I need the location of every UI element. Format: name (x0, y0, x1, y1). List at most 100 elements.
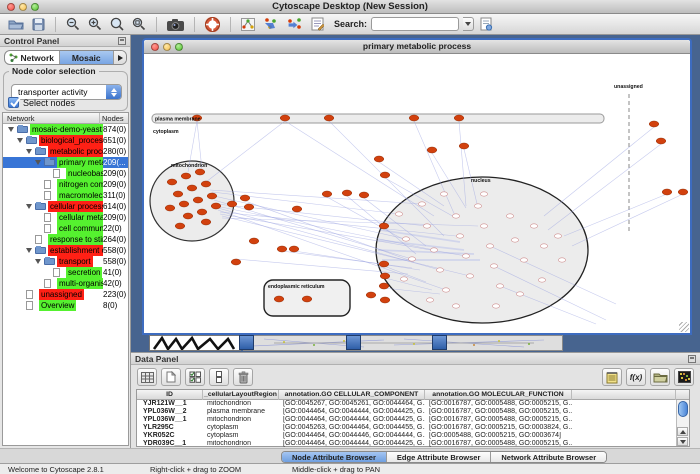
tree-row[interactable]: cell communicat22(0) (3, 223, 128, 234)
graph-node[interactable] (511, 238, 518, 242)
tree-row[interactable]: cellular process614(0) (3, 201, 128, 212)
graph-node[interactable] (408, 257, 415, 261)
table-column-header[interactable]: annotation.GO MOLECULAR_FUNCTION (425, 390, 572, 400)
graph-node[interactable] (165, 205, 175, 211)
tree-row[interactable]: metabolic process280(0) (3, 146, 128, 157)
search-config-button[interactable] (478, 15, 495, 33)
graph-node[interactable] (322, 191, 332, 197)
table-row[interactable]: YDR039C__1mitochondrion[GO:0044464, GO:0… (137, 440, 689, 448)
tree-row[interactable]: multi-organism pro42(0) (3, 278, 128, 289)
formula-builder-button[interactable]: f(x) (626, 368, 646, 386)
graph-node[interactable] (649, 121, 659, 127)
background-window-fragment[interactable] (243, 335, 563, 351)
network-canvas[interactable]: plasma membrane cytoplasm mitochondrion … (144, 54, 690, 333)
minimize-button[interactable] (19, 3, 27, 11)
graph-node[interactable] (656, 138, 666, 144)
graph-node[interactable] (181, 173, 191, 179)
scroll-down-button[interactable] (677, 437, 688, 446)
tree-row[interactable]: macromolecule311(0) (3, 190, 128, 201)
table-row[interactable]: YPL036W__2plasma membrane[GO:0044464, GO… (137, 408, 689, 416)
graph-node[interactable] (231, 259, 241, 265)
matrix-view-button[interactable] (674, 368, 694, 386)
graph-node[interactable] (480, 224, 487, 228)
graph-node[interactable] (374, 156, 384, 162)
zoom-in-button[interactable] (86, 15, 104, 33)
graph-node[interactable] (173, 191, 183, 197)
table-column-header[interactable] (572, 390, 676, 400)
graph-node[interactable] (558, 258, 565, 262)
tab-mosaic[interactable]: Mosaic (60, 51, 115, 64)
graph-node[interactable] (280, 115, 290, 121)
delete-attribute-button[interactable] (233, 368, 253, 386)
tab-network-attribute-browser[interactable]: Network Attribute Browser (491, 452, 606, 462)
graph-node[interactable] (249, 238, 259, 244)
graph-node[interactable] (187, 185, 197, 191)
graph-node[interactable] (201, 181, 211, 187)
graph-node[interactable] (195, 169, 205, 175)
graph-node[interactable] (197, 209, 207, 215)
graph-node[interactable] (496, 284, 503, 288)
table-column-header[interactable]: annotation.GO CELLULAR_COMPONENT (279, 390, 425, 400)
minimize-button[interactable] (163, 43, 171, 51)
graph-node[interactable] (554, 234, 561, 238)
expander-icon[interactable] (26, 204, 32, 209)
network-view-titlebar[interactable]: primary metabolic process (144, 40, 690, 54)
graph-node[interactable] (380, 172, 390, 178)
expander-icon[interactable] (8, 127, 14, 132)
app-titlebar[interactable]: Cytoscape Desktop (New Session) (0, 0, 700, 14)
graph-node[interactable] (480, 192, 487, 196)
table-row[interactable]: YJR121W__1mitochondrion[GO:0045267, GO:0… (137, 400, 689, 408)
graph-node[interactable] (430, 248, 437, 252)
graph-node[interactable] (289, 246, 299, 252)
graph-node[interactable] (193, 197, 203, 203)
import-attributes-button[interactable] (650, 368, 670, 386)
graph-node[interactable] (379, 261, 389, 267)
graph-node[interactable] (538, 278, 545, 282)
select-attributes-button[interactable] (185, 368, 205, 386)
graph-node[interactable] (442, 288, 449, 292)
graph-node[interactable] (540, 244, 547, 248)
graph-node[interactable] (359, 192, 369, 198)
expander-icon[interactable] (26, 248, 32, 253)
tree-row[interactable]: response to stimulu264(0) (3, 234, 128, 245)
graph-node[interactable] (474, 204, 481, 208)
graph-node[interactable] (324, 115, 334, 121)
tree-row[interactable]: biological_process651(0) (3, 135, 128, 146)
tab-edge-attribute-browser[interactable]: Edge Attribute Browser (387, 452, 491, 462)
attribute-grid-button[interactable] (137, 368, 157, 386)
zoom-out-button[interactable] (64, 15, 82, 33)
tree-row[interactable]: transport558(0) (3, 256, 128, 267)
graph-node[interactable] (452, 214, 459, 218)
tab-network[interactable]: Network (5, 51, 60, 64)
zoom-selected-button[interactable] (130, 15, 148, 33)
table-column-header[interactable]: ID (137, 390, 203, 400)
graph-node[interactable] (456, 234, 463, 238)
graph-node[interactable] (418, 202, 425, 206)
graph-node[interactable] (492, 304, 499, 308)
graph-node[interactable] (409, 115, 419, 121)
table-row[interactable]: YPL036W__1mitochondrion[GO:0044464, GO:0… (137, 416, 689, 424)
graph-node[interactable] (292, 206, 302, 212)
graph-node[interactable] (462, 254, 469, 258)
table-row[interactable]: YKR052Ccytoplasm[GO:0044464, GO:0044446,… (137, 432, 689, 440)
unselect-attributes-button[interactable] (209, 368, 229, 386)
graph-node[interactable] (466, 274, 473, 278)
graph-node[interactable] (400, 277, 407, 281)
attribute-editor-button[interactable] (602, 368, 622, 386)
zoom-window-button[interactable] (175, 43, 183, 51)
help-button[interactable] (203, 15, 222, 33)
graph-node[interactable] (207, 193, 217, 199)
graph-node[interactable] (380, 297, 390, 303)
graph-node[interactable] (277, 246, 287, 252)
tree-row[interactable]: establishment of lo558(0) (3, 245, 128, 256)
new-attribute-button[interactable] (161, 368, 181, 386)
graph-node[interactable] (452, 304, 459, 308)
expander-icon[interactable] (17, 138, 23, 143)
graph-node[interactable] (427, 147, 437, 153)
graph-node[interactable] (183, 213, 193, 219)
expander-icon[interactable] (26, 149, 32, 154)
graph-node[interactable] (490, 264, 497, 268)
close-button[interactable] (151, 43, 159, 51)
graph-node[interactable] (662, 189, 672, 195)
graph-node[interactable] (380, 273, 390, 279)
